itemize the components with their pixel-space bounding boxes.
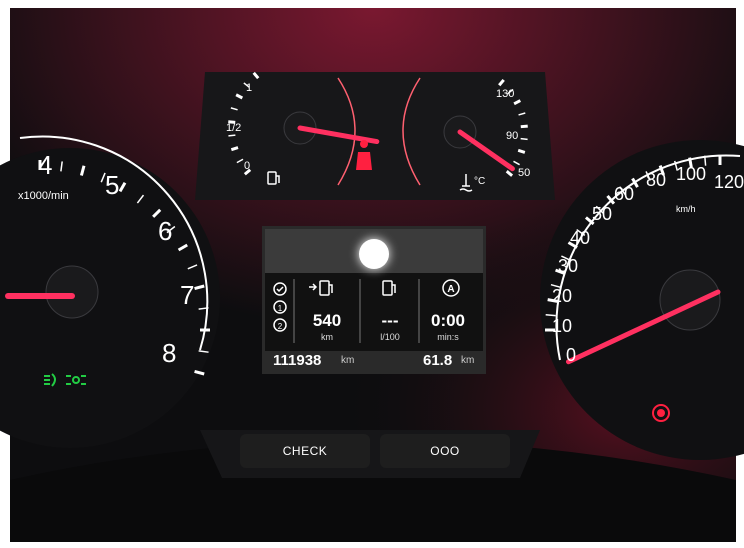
speed-tick: 50 — [592, 204, 613, 224]
speed-tick: 80 — [646, 170, 667, 190]
fuel-tick-mark — [252, 71, 260, 80]
speedometer-tick-mark — [606, 194, 616, 205]
tachometer-tick: 6 — [158, 216, 173, 246]
temp-tick: 130 — [496, 88, 515, 100]
ooo-button[interactable]: OOO — [380, 434, 510, 468]
check-button[interactable]: CHECK — [240, 434, 370, 468]
temp-tick-mark — [498, 78, 505, 87]
svg-text:A: A — [447, 284, 454, 295]
tachometer-tick-mark — [79, 165, 86, 176]
odometer-value: 111938 — [273, 352, 322, 369]
display-header — [265, 229, 483, 273]
stop-time-value: 0:00 — [430, 311, 466, 330]
tachometer-hub — [45, 265, 99, 319]
speed-tick: 100 — [676, 164, 707, 184]
temp-unit: °C — [474, 176, 486, 187]
fuel-tick: 1/2 — [226, 122, 242, 134]
tachometer-unit: x1000/min — [18, 190, 69, 202]
temp-tick-mark — [518, 112, 526, 116]
range-unit: km — [321, 332, 333, 342]
speed-tick: 120 — [714, 172, 744, 192]
temp-tick-mark — [513, 160, 520, 166]
speedometer-hub — [659, 269, 721, 331]
tachometer-tick: 4 — [38, 150, 53, 180]
tachometer-tick-mark — [118, 182, 127, 193]
fuel-tick: 0 — [244, 160, 251, 172]
trip-value: 61.8 — [423, 352, 453, 369]
trip-computer-display: 1 2 A 540 km --- l/100 0:00 min:s 111938… — [262, 226, 486, 374]
temp-tick-mark — [505, 170, 514, 177]
odometer-unit: km — [341, 355, 355, 366]
fuel-tick-mark — [228, 134, 236, 137]
tachometer-tick-mark — [60, 161, 63, 172]
tachometer-tick-mark — [136, 194, 145, 204]
temp-gauge-needle — [457, 129, 515, 172]
tachometer-tick: 5 — [105, 170, 120, 200]
speed-tick: 30 — [558, 256, 579, 276]
speed-tick: 60 — [614, 184, 635, 204]
fuel-tick-mark — [235, 93, 244, 100]
consumption-value: --- — [381, 311, 399, 330]
stop-time-unit: min:s — [437, 332, 459, 342]
tachometer-tick-mark — [194, 284, 205, 291]
consumption-unit: l/100 — [380, 332, 400, 342]
speed-tick: 20 — [552, 286, 573, 306]
odometer-bar: 111938 km 61.8 km — [265, 351, 483, 371]
temp-tick-mark — [520, 124, 528, 129]
speed-tick: 40 — [570, 228, 591, 248]
temp-tick-mark — [520, 137, 528, 141]
fuel-tick-mark — [230, 107, 238, 111]
fuel-tick-mark — [230, 146, 239, 152]
tachometer-tick-mark — [194, 369, 205, 376]
instrument-cluster: x1000/min 4 5 6 7 8 1 1/2 0 130 90 50 °C… — [0, 0, 744, 548]
screen-glare — [359, 239, 389, 269]
speed-unit: km/h — [676, 204, 696, 214]
temp-tick: 90 — [506, 130, 519, 142]
svg-text:1: 1 — [278, 304, 283, 313]
tachometer-tick-mark — [187, 264, 198, 270]
speed-tick: 10 — [552, 316, 573, 336]
trip-unit: km — [461, 355, 475, 366]
fuel-tick: 1 — [246, 82, 253, 94]
fuel-pump-icon — [382, 280, 396, 296]
fuel-tick-mark — [236, 158, 244, 164]
speed-tick: 0 — [566, 345, 577, 365]
range-value: 540 — [312, 311, 342, 330]
tachometer-tick: 7 — [180, 280, 195, 310]
tachometer-tick-mark — [198, 350, 209, 353]
range-arrow-fuel-icon — [309, 280, 333, 296]
tachometer-tick-mark — [198, 307, 209, 310]
tachometer-tick: 8 — [162, 338, 177, 368]
tachometer-tick-mark — [177, 243, 188, 252]
temp-tick: 50 — [518, 167, 531, 179]
svg-text:2: 2 — [278, 322, 283, 331]
temp-tick-mark — [513, 99, 522, 106]
temp-tick-mark — [517, 148, 526, 154]
